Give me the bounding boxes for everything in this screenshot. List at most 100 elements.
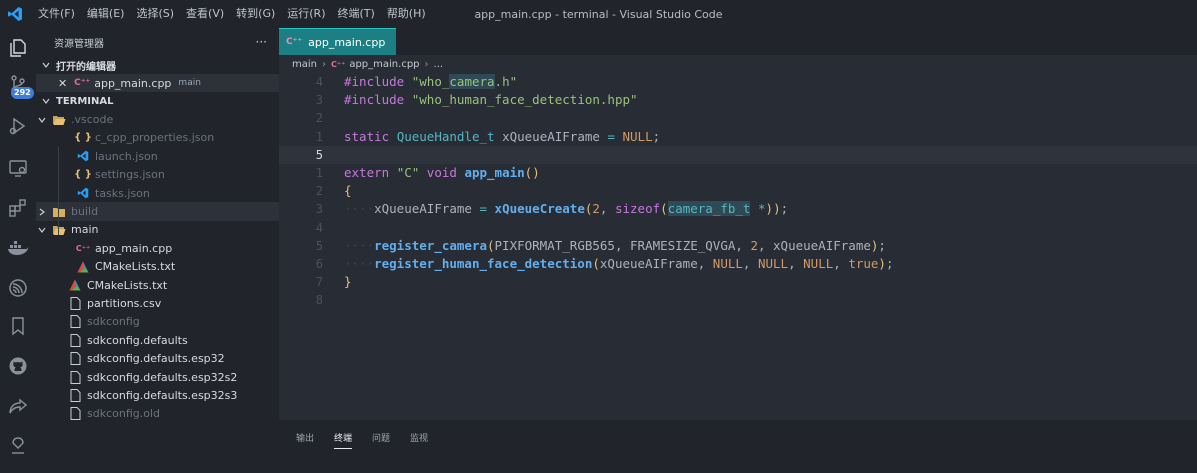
tree-folder-main[interactable]: main	[36, 221, 279, 239]
tree-item-label: main	[71, 223, 99, 237]
cpp-file-icon: C⁺⁺	[74, 78, 91, 89]
cmake-file-icon	[68, 278, 82, 292]
more-actions-button[interactable]: ···	[256, 35, 267, 49]
chevron-right-icon	[36, 206, 48, 218]
tab-terminal[interactable]: 终端	[334, 431, 353, 449]
bookmarks-icon[interactable]	[0, 308, 36, 344]
close-icon[interactable]: ✕	[58, 77, 67, 90]
github-icon[interactable]	[0, 348, 36, 384]
code-line[interactable]: 4 #include "who_camera.h"	[279, 73, 1197, 91]
tab-app-main-cpp[interactable]: C⁺⁺ app_main.cpp	[279, 28, 396, 55]
breadcrumb-symbol[interactable]: ...	[434, 59, 444, 70]
tree-item-label: c_cpp_properties.json	[95, 131, 215, 145]
menu-go[interactable]: 转到(G)	[230, 0, 281, 28]
espressif-icon[interactable]	[0, 270, 36, 306]
menu-terminal[interactable]: 终端(T)	[332, 0, 381, 28]
code-line[interactable]: 3 #include "who_human_face_detection.hpp"	[279, 91, 1197, 109]
tree-file[interactable]: sdkconfig.old	[36, 405, 279, 423]
chevron-down-icon	[36, 114, 48, 126]
tree-file[interactable]: CMakeLists.txt	[36, 276, 279, 294]
tree-file[interactable]: { } c_cpp_properties.json	[36, 129, 279, 147]
code-text: {	[344, 183, 352, 199]
menu-help[interactable]: 帮助(H)	[381, 0, 432, 28]
tree-item-label: CMakeLists.txt	[87, 278, 168, 292]
explorer-sidebar: 资源管理器 ··· 打开的编辑器 ✕ C⁺⁺ app_main.cpp main…	[36, 28, 279, 473]
tree-folder-vscode[interactable]: .vscode	[36, 110, 279, 128]
tree-item-label: sdkconfig.defaults.esp32s2	[87, 370, 238, 384]
docker-icon[interactable]	[0, 230, 36, 266]
tree-item-label: app_main.cpp	[95, 241, 173, 255]
tree-file[interactable]: launch.json	[36, 147, 279, 165]
open-editor-item[interactable]: ✕ C⁺⁺ app_main.cpp main	[36, 74, 279, 93]
remote-explorer-icon[interactable]	[0, 150, 36, 186]
tree-item-label: sdkconfig.defaults.esp32	[87, 352, 225, 366]
line-number: 2	[315, 111, 323, 126]
folder-open-icon	[52, 113, 66, 127]
tree-file[interactable]: sdkconfig	[36, 313, 279, 331]
code-line[interactable]: 1 extern "C" void app_main()	[279, 164, 1197, 182]
code-line[interactable]: 2	[279, 109, 1197, 127]
tab-label: app_main.cpp	[308, 35, 386, 49]
line-number: 2	[315, 184, 323, 199]
explorer-title: 资源管理器	[54, 38, 104, 50]
menu-run[interactable]: 运行(R)	[281, 0, 331, 28]
tree-file[interactable]: CMakeLists.txt	[36, 258, 279, 276]
code-line[interactable]: 2{	[279, 182, 1197, 200]
breadcrumb-file[interactable]: app_main.cpp	[349, 59, 419, 70]
tree-file[interactable]: partitions.csv	[36, 294, 279, 312]
file-icon	[68, 352, 82, 366]
breadcrumb: main › C⁺⁺ app_main.cpp › ...	[292, 56, 443, 73]
file-icon	[68, 407, 82, 421]
code-line[interactable]: 4	[279, 219, 1197, 237]
code-line[interactable]: 3 ····xQueueAIFrame = xQueueCreate(2, siz…	[279, 200, 1197, 218]
code-line[interactable]: 5 ····register_camera(PIXFORMAT_RGB565, F…	[279, 237, 1197, 255]
menu-selection[interactable]: 选择(S)	[130, 0, 180, 28]
tree-file[interactable]: sdkconfig.defaults.esp32s3	[36, 386, 279, 404]
extensions-icon[interactable]	[0, 190, 36, 226]
menu-view[interactable]: 查看(V)	[180, 0, 230, 28]
code-line[interactable]: 6 ····register_human_face_detection(xQueu…	[279, 255, 1197, 273]
tree-file[interactable]: sdkconfig.defaults.esp32	[36, 349, 279, 367]
chevron-right-icon: ›	[424, 59, 429, 70]
tree-file[interactable]: sdkconfig.defaults	[36, 331, 279, 349]
indent-guide	[58, 147, 59, 235]
tree-item-label: tasks.json	[95, 186, 150, 200]
menu-file[interactable]: 文件(F)	[32, 0, 81, 28]
code-text: }	[344, 274, 352, 290]
line-number: 4	[315, 75, 323, 89]
live-share-icon[interactable]	[0, 388, 36, 424]
tree-folder-build[interactable]: build	[36, 202, 279, 221]
file-icon	[68, 333, 82, 347]
platformio-icon[interactable]	[0, 428, 36, 464]
open-editor-name: app_main.cpp	[94, 76, 172, 90]
workspace-section[interactable]: TERMINAL	[36, 92, 279, 110]
code-text: ····register_camera(PIXFORMAT_RGB565, FR…	[344, 237, 886, 253]
code-line[interactable]: 1 static QueueHandle_t xQueueAIFrame = NU…	[279, 128, 1197, 146]
vscode-file-icon	[76, 149, 90, 163]
code-text: ····xQueueAIFrame = xQueueCreate(2, size…	[344, 201, 789, 217]
tree-item-label: sdkconfig.defaults	[87, 333, 188, 347]
panel-tabs: 输出 终端 问题 监视	[296, 431, 448, 449]
code-line[interactable]: 7}	[279, 273, 1197, 291]
line-number: 8	[315, 293, 323, 308]
code-line[interactable]: 8	[279, 291, 1197, 309]
tree-file[interactable]: tasks.json	[36, 184, 279, 202]
code-editor[interactable]: 4 #include "who_camera.h" 3 #include "who_h…	[279, 73, 1197, 309]
line-number: 1	[315, 165, 323, 180]
tree-file[interactable]: C⁺⁺ app_main.cpp	[36, 239, 279, 257]
line-number: 4	[315, 220, 323, 235]
tree-file[interactable]: { } settings.json	[36, 166, 279, 184]
tab-watch[interactable]: 监视	[410, 431, 428, 449]
code-text: #include "who_camera.h"	[344, 74, 518, 89]
tab-problems[interactable]: 问题	[372, 431, 390, 449]
open-editors-section[interactable]: 打开的编辑器	[36, 56, 279, 74]
code-line[interactable]: 5	[279, 145, 1197, 164]
tree-file[interactable]: sdkconfig.defaults.esp32s2	[36, 368, 279, 386]
breadcrumb-folder[interactable]: main	[292, 59, 317, 70]
explorer-icon[interactable]	[0, 30, 36, 66]
bottom-panel: 输出 终端 问题 监视	[279, 420, 1197, 473]
run-debug-icon[interactable]	[0, 108, 36, 144]
menu-edit[interactable]: 编辑(E)	[81, 0, 131, 28]
open-editors-title: 打开的编辑器	[56, 61, 116, 73]
tab-output[interactable]: 输出	[296, 431, 314, 449]
